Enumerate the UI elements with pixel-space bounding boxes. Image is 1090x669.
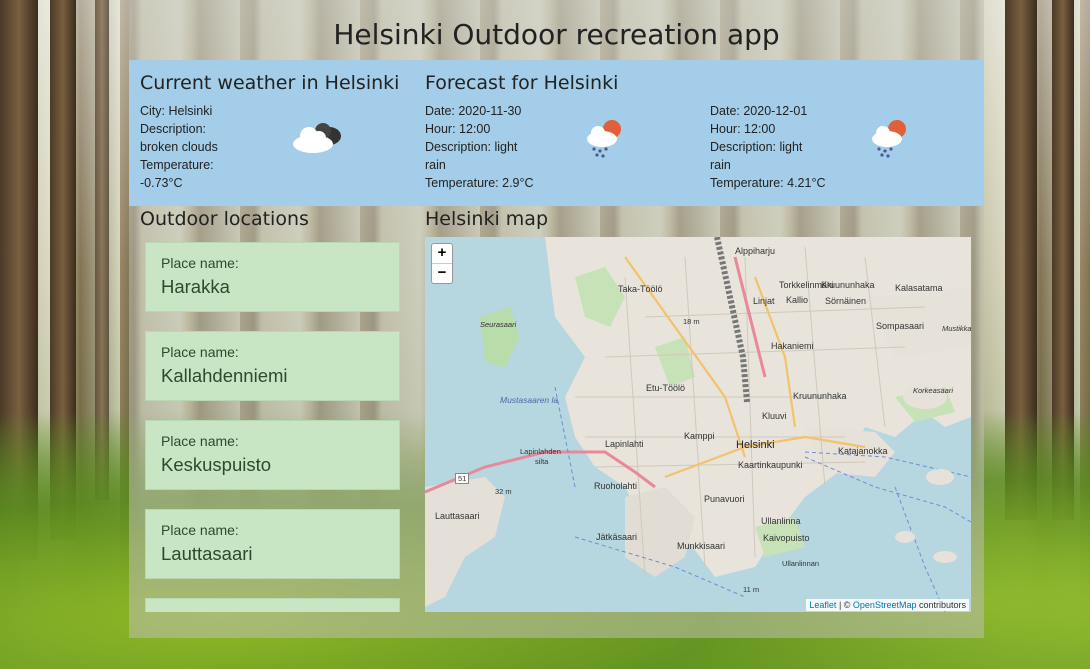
weather-line: Description: [140, 122, 206, 136]
map-label-jatkasaari: Jätkäsaari [596, 532, 638, 542]
location-card[interactable]: Place name: Harakka [145, 242, 400, 312]
map-heading: Helsinki map [425, 208, 549, 230]
light-rain-icon [587, 120, 621, 158]
map-label-taka-toolo: Taka-Töölö [618, 284, 663, 294]
place-name: Lauttasaari [161, 543, 253, 564]
attribution-suffix: contributors [916, 600, 966, 610]
location-card[interactable]: Place name: Kallahdenniemi [145, 331, 400, 401]
map-label-elevation: 32 m [495, 487, 512, 496]
map-label-kruununhaka-north: Kruununhaka [821, 280, 875, 290]
map-label-etu-toolo: Etu-Töölö [646, 383, 686, 393]
broken-clouds-icon [293, 123, 341, 153]
weather-section: Current weather in Helsinki City: Helsin… [129, 60, 984, 206]
place-name: Kallahdenniemi [161, 365, 288, 386]
map-label-hakaniemi: Hakaniemi [771, 341, 814, 351]
place-name: Harakka [161, 276, 230, 297]
outdoor-locations-heading: Outdoor locations [140, 208, 309, 230]
current-weather-heading: Current weather in Helsinki [140, 72, 400, 94]
map-label-elevation: 18 m [683, 317, 700, 326]
map-label-kluuvi: Kluuvi [762, 411, 787, 421]
map-label-ullanlinnan: Ullanlinnan [782, 559, 820, 568]
weather-line: broken clouds [140, 140, 218, 154]
weather-line: City: Helsinki [140, 104, 213, 118]
forecast-day-1: Date: 2020-11-30 Hour: 12:00 Description… [425, 102, 534, 192]
map-label-lapinlahti: Lapinlahti [605, 439, 644, 449]
forecast-line: Temperature: 2.9°C [425, 176, 534, 190]
map-label-silta: silta [535, 457, 549, 466]
main-panel: Helsinki Outdoor recreation app Current … [129, 0, 984, 638]
map-label-punavuori: Punavuori [704, 494, 745, 504]
map-label-kallio: Kallio [786, 295, 809, 305]
map-zoom-control: + − [431, 243, 453, 284]
weather-line: -0.73°C [140, 176, 183, 190]
map-label-alppiharju: Alppiharju [735, 246, 776, 256]
map-label-kaivopuisto: Kaivopuisto [763, 533, 810, 543]
map-label-katajanokka: Katajanokka [838, 446, 888, 456]
map-tiles [425, 237, 971, 612]
light-rain-icon [872, 120, 906, 158]
location-card[interactable]: Place name: Lauttasaari [145, 509, 400, 579]
leaflet-link[interactable]: Leaflet [809, 600, 836, 610]
map-label-road-51: 51 [455, 473, 470, 484]
map-label-kalasatama: Kalasatama [895, 283, 943, 293]
forecast-line: Date: 2020-12-01 [710, 104, 808, 118]
map-label-linjat: Linjat [753, 296, 775, 306]
forecast-line: Description: light [710, 140, 803, 154]
map-attribution: Leaflet | © OpenStreetMap contributors [806, 599, 969, 611]
zoom-out-button[interactable]: − [432, 263, 452, 283]
helsinki-map[interactable]: Helsinki Alppiharju Taka-Töölö Torkkelin… [425, 237, 971, 612]
map-label-lapinlahden: Lapinlahden [520, 447, 561, 456]
current-weather-details: City: Helsinki Description: broken cloud… [140, 102, 218, 192]
location-card[interactable]: Place name: Keskuspuisto [145, 420, 400, 490]
attribution-separator: | © [836, 600, 853, 610]
map-label-helsinki: Helsinki [736, 439, 775, 451]
forecast-line: Hour: 12:00 [710, 122, 776, 136]
map-label-mustasaari: Mustasaaren la [500, 395, 559, 405]
map-label-elevation: 11 m [743, 585, 760, 594]
map-label-lauttasaari: Lauttasaari [435, 511, 480, 521]
map-label-kaartinkaupunki: Kaartinkaupunki [738, 460, 803, 470]
map-label-korkeasaari: Korkeasaari [913, 386, 954, 395]
place-name-label: Pl [161, 611, 173, 612]
zoom-in-button[interactable]: + [432, 244, 452, 263]
place-name-label: Place name: [161, 522, 239, 538]
map-label-ullanlinna: Ullanlinna [761, 516, 801, 526]
forecast-line: rain [710, 158, 731, 172]
place-name: Keskuspuisto [161, 454, 272, 475]
weather-line: Temperature: [140, 158, 214, 172]
place-name-label: Place name: [161, 344, 239, 360]
map-label-sompasaari: Sompasaari [876, 321, 925, 331]
forecast-line: Temperature: 4.21°C [710, 176, 826, 190]
forecast-line: rain [425, 158, 446, 172]
map-label-kamppi: Kamppi [684, 431, 715, 441]
map-label-sornainen: Sörnäinen [825, 296, 867, 306]
place-name-label: Place name: [161, 433, 239, 449]
map-label-ruoholahti: Ruoholahti [594, 481, 638, 491]
forecast-heading: Forecast for Helsinki [425, 72, 619, 94]
forecast-line: Description: light [425, 140, 518, 154]
map-label-kruununhaka: Kruununhaka [793, 391, 847, 401]
location-card[interactable]: Pl [145, 598, 400, 612]
openstreetmap-link[interactable]: OpenStreetMap [853, 600, 917, 610]
map-label-mustikkamaa: Mustikka [942, 324, 971, 333]
place-name-label: Place name: [161, 255, 239, 271]
forecast-line: Hour: 12:00 [425, 122, 491, 136]
forecast-day-2: Date: 2020-12-01 Hour: 12:00 Description… [710, 102, 825, 192]
app-title: Helsinki Outdoor recreation app [333, 18, 780, 51]
map-label-munkkisaari: Munkkisaari [677, 541, 726, 551]
location-list[interactable]: Place name: Harakka Place name: Kallahde… [143, 238, 401, 612]
forecast-line: Date: 2020-11-30 [425, 104, 522, 118]
map-label-seurasaari: Seurasaari [480, 320, 517, 329]
